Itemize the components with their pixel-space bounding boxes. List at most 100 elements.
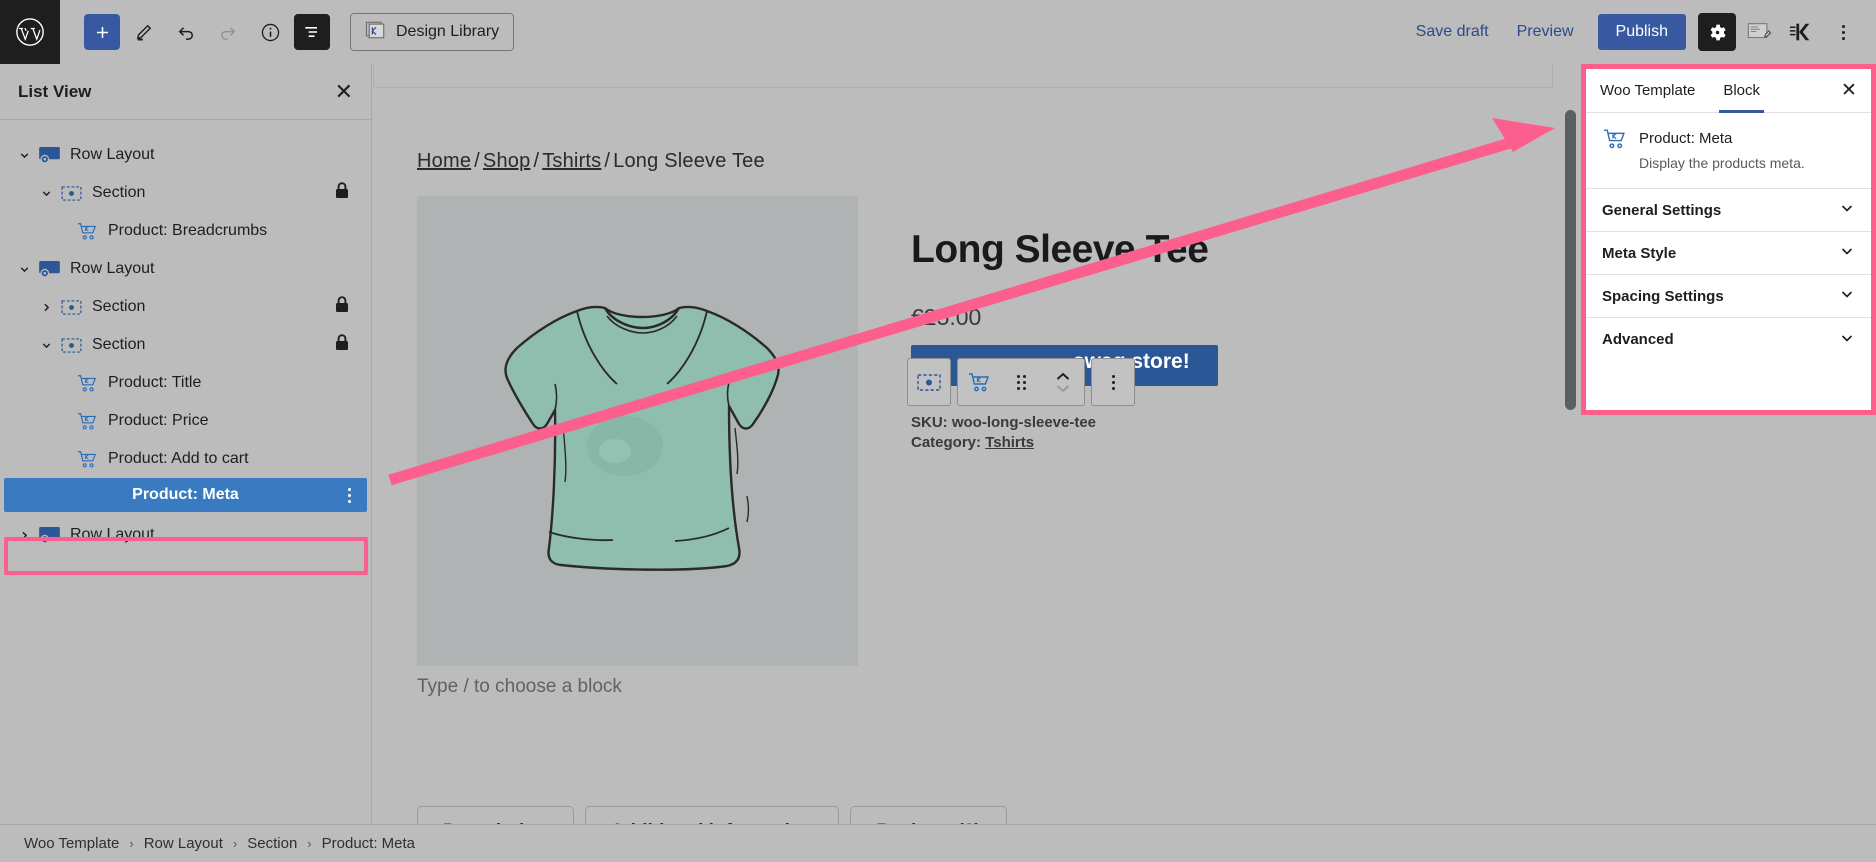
row-layout-icon (36, 261, 62, 277)
breadcrumb-woo-template[interactable]: Woo Template (24, 835, 119, 852)
chevron-down-icon[interactable] (34, 187, 58, 200)
list-view-button[interactable] (294, 14, 330, 50)
list-item-label: Row Layout (70, 146, 155, 163)
design-library-button[interactable]: Design Library (350, 13, 515, 51)
chevron-down-icon[interactable] (12, 149, 36, 162)
list-view-header: List View ✕ (0, 64, 371, 120)
close-icon[interactable]: ✕ (1827, 69, 1871, 112)
panel-advanced[interactable]: Advanced (1586, 318, 1871, 361)
block-actions-group (957, 358, 1085, 406)
list-item-row-layout[interactable]: Row Layout (0, 136, 371, 174)
panel-label: Advanced (1602, 331, 1674, 348)
list-item-product-add-to-cart[interactable]: Product: Add to cart (0, 440, 371, 478)
kadence-logo-icon[interactable] (1782, 13, 1820, 51)
list-item-label: Product: Breadcrumbs (108, 222, 268, 239)
publish-button[interactable]: Publish (1597, 14, 1686, 50)
breadcrumb-product-meta[interactable]: Product: Meta (322, 835, 415, 852)
list-item-section[interactable]: Section (0, 288, 371, 326)
product-breadcrumb: Home / Shop / Tshirts / Long Sleeve Tee (417, 150, 765, 173)
wordpress-logo-icon[interactable] (0, 0, 60, 64)
breadcrumb-separator: / (474, 150, 480, 172)
breadcrumb-row-layout[interactable]: Row Layout (144, 835, 223, 852)
section-icon (58, 337, 84, 353)
breadcrumb-section[interactable]: Section (247, 835, 297, 852)
empty-block-placeholder[interactable]: Type / to choose a block (417, 676, 622, 698)
chevron-right-icon[interactable] (12, 529, 36, 542)
block-options-button[interactable] (1092, 359, 1134, 405)
editor-preview-icon[interactable] (1740, 13, 1778, 51)
tab-block[interactable]: Block (1709, 69, 1774, 113)
canvas-scrollbar[interactable] (1565, 110, 1576, 410)
move-block-buttons[interactable] (1042, 359, 1084, 405)
product-title[interactable]: Long Sleeve Tee (911, 228, 1209, 272)
settings-gear-button[interactable] (1698, 13, 1736, 51)
chevron-down-icon[interactable] (34, 339, 58, 352)
tab-woo-template[interactable]: Woo Template (1586, 69, 1709, 112)
woo-block-icon (74, 449, 100, 469)
save-draft-button[interactable]: Save draft (1404, 15, 1501, 49)
breadcrumb-category[interactable]: Tshirts (542, 150, 601, 172)
preview-button[interactable]: Preview (1505, 15, 1586, 49)
chevron-down-icon[interactable] (12, 263, 36, 276)
list-item-row-layout[interactable]: Row Layout (0, 516, 371, 554)
list-item-section[interactable]: Section (0, 174, 371, 212)
chevron-down-icon[interactable] (1839, 243, 1855, 263)
product-category-link[interactable]: Tshirts (985, 434, 1034, 451)
list-item-label: Row Layout (70, 260, 155, 277)
undo-button[interactable] (168, 14, 204, 50)
list-item-label: Section (92, 298, 146, 315)
list-item-label: Product: Price (108, 412, 209, 429)
drag-handle-icon[interactable] (1000, 359, 1042, 405)
product-sku: SKU: woo-long-sleeve-tee (911, 414, 1097, 431)
panel-general-settings[interactable]: General Settings (1586, 189, 1871, 232)
list-item-product-price[interactable]: Product: Price (0, 402, 371, 440)
design-library-label: Design Library (396, 23, 500, 40)
redo-button[interactable] (210, 14, 246, 50)
breadcrumb-separator: › (232, 836, 238, 851)
list-item-product-breadcrumbs[interactable]: Product: Breadcrumbs (0, 212, 371, 250)
breadcrumb-separator: / (533, 150, 540, 172)
block-type-button[interactable] (958, 359, 1000, 405)
info-circle-icon[interactable] (252, 14, 288, 50)
editor-window: Design Library Save draft Preview Publis… (0, 0, 1876, 862)
woo-block-icon (1602, 127, 1627, 155)
close-icon[interactable]: ✕ (335, 80, 353, 103)
product-category: Category: Tshirts (911, 433, 1034, 453)
block-description: Display the products meta. (1639, 155, 1805, 171)
breadcrumb-separator: › (129, 836, 134, 851)
breadcrumb-home[interactable]: Home (417, 150, 471, 172)
pencil-icon[interactable] (126, 14, 162, 50)
breadcrumb-separator: › (307, 836, 312, 851)
row-layout-icon (36, 527, 62, 543)
lock-icon (335, 334, 349, 356)
chevron-right-icon[interactable] (34, 301, 58, 314)
kebab-menu-icon[interactable] (1824, 13, 1862, 51)
kadence-design-library-icon (365, 20, 387, 45)
woo-block-icon (74, 221, 100, 241)
product-image[interactable] (417, 196, 858, 666)
breadcrumb-shop[interactable]: Shop (483, 150, 531, 172)
lock-icon (335, 296, 349, 318)
panel-spacing-settings[interactable]: Spacing Settings (1586, 275, 1871, 318)
top-bar-tools: Design Library (60, 13, 515, 51)
kebab-menu-icon[interactable] (348, 487, 351, 503)
section-icon (58, 185, 84, 201)
list-item-section[interactable]: Section (0, 326, 371, 364)
chevron-up-icon (1056, 372, 1070, 380)
select-parent-section-button[interactable] (908, 359, 950, 405)
chevron-down-icon[interactable] (1839, 200, 1855, 220)
list-item-product-title[interactable]: Product: Title (0, 364, 371, 402)
list-item-row-layout[interactable]: Row Layout (0, 250, 371, 288)
list-view-panel: List View ✕ Row Layout Section Product: … (0, 64, 372, 838)
lock-icon (335, 182, 349, 204)
add-block-button[interactable] (84, 14, 120, 50)
chevron-down-icon[interactable] (1839, 286, 1855, 306)
section-icon (58, 299, 84, 315)
editor-top-bar: Design Library Save draft Preview Publis… (0, 0, 1876, 64)
panel-meta-style[interactable]: Meta Style (1586, 232, 1871, 275)
chevron-down-icon[interactable] (1839, 330, 1855, 350)
product-price[interactable]: €25.00 (911, 304, 981, 331)
list-item-product-meta[interactable]: Product: Meta (4, 478, 367, 512)
breadcrumb-current: Long Sleeve Tee (613, 150, 765, 172)
canvas-top-strip (373, 64, 1553, 88)
